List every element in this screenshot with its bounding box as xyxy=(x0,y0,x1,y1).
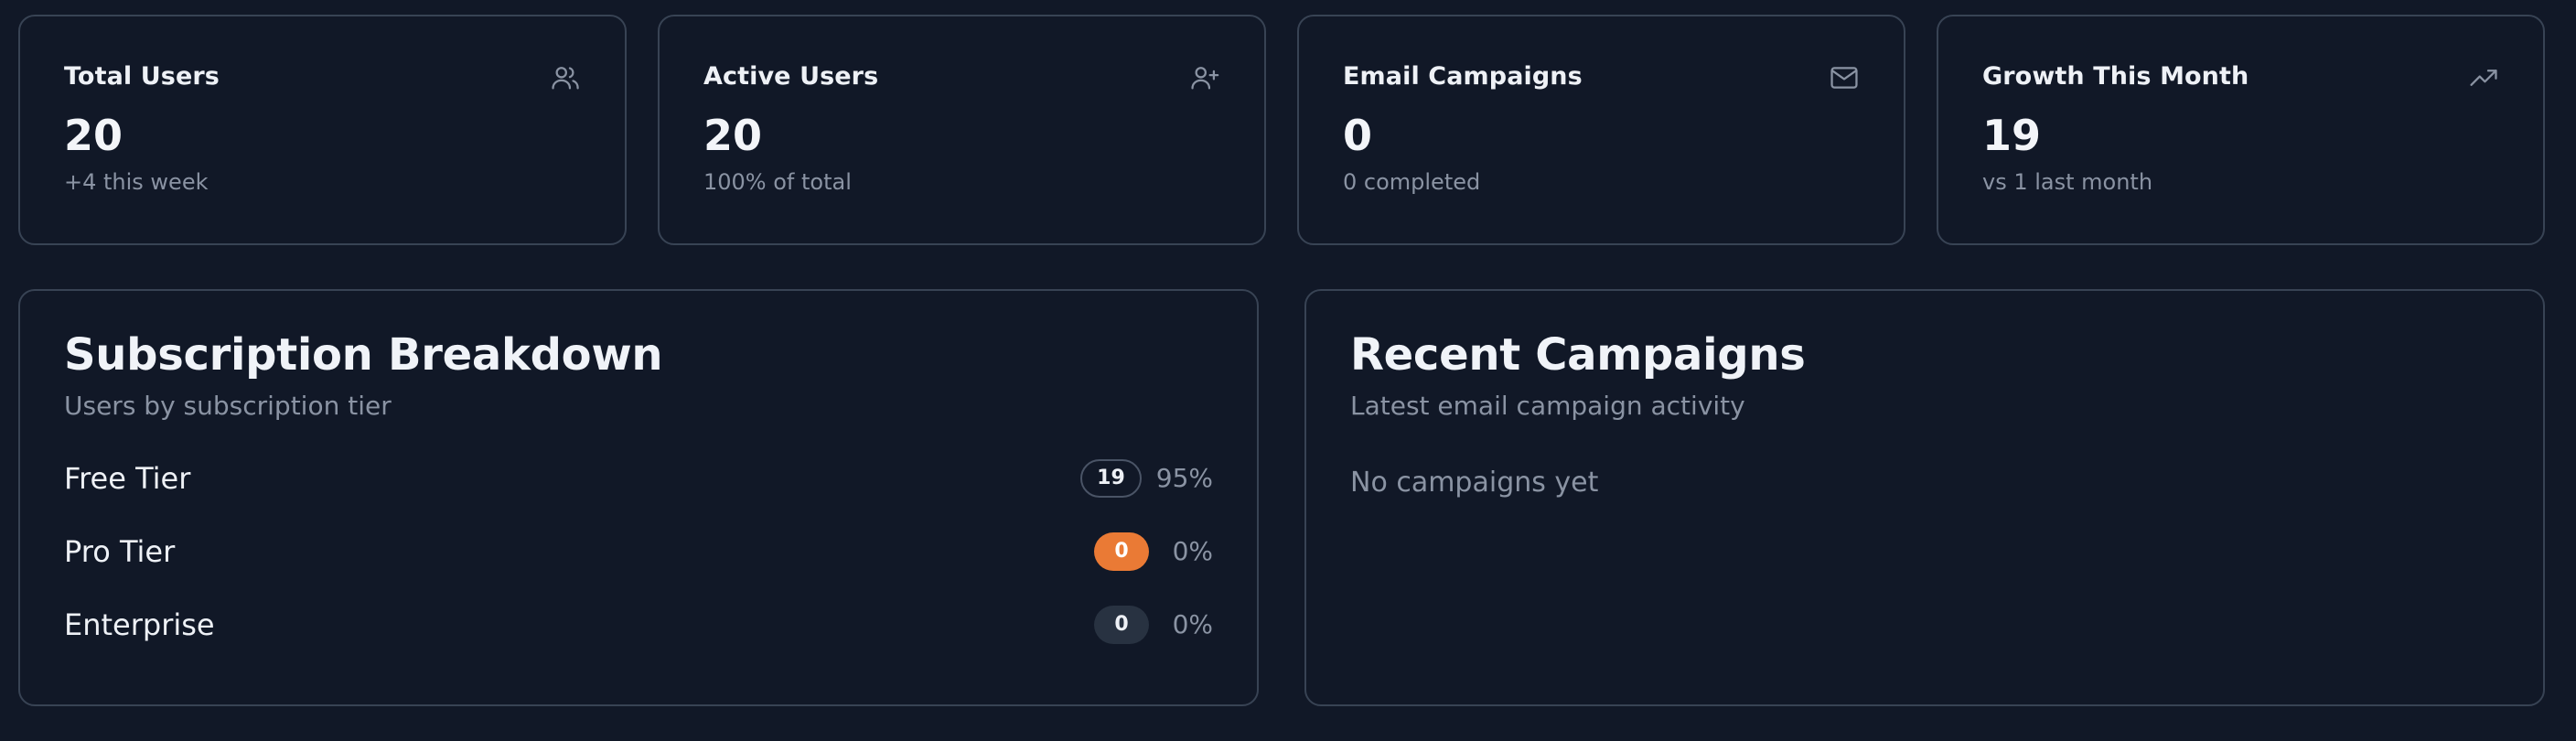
stat-subtext: 0 completed xyxy=(1343,169,1481,195)
tier-stats: 19 95% xyxy=(1080,458,1213,498)
tier-list: Free Tier 19 95% Pro Tier 0 0% Enterpris… xyxy=(64,457,1213,646)
tier-percent: 0% xyxy=(1172,609,1213,640)
stat-value: 19 xyxy=(1982,111,2042,160)
stat-value: 20 xyxy=(703,111,763,160)
tier-count-badge: 19 xyxy=(1080,458,1142,498)
tier-stats: 0 0% xyxy=(1094,532,1213,571)
stat-value: 0 xyxy=(1343,111,1373,160)
tier-row-pro: Pro Tier 0 0% xyxy=(64,531,1213,573)
tier-percent: 0% xyxy=(1172,536,1213,567)
tier-name: Pro Tier xyxy=(64,533,176,569)
trending-up-icon xyxy=(2468,62,2499,93)
recent-campaigns-panel: Recent Campaigns Latest email campaign a… xyxy=(1304,289,2545,706)
panel-subtitle: Users by subscription tier xyxy=(64,390,392,421)
tier-percent: 95% xyxy=(1155,463,1213,494)
stat-card-email-campaigns: Email Campaigns 0 0 completed xyxy=(1297,15,1905,245)
stat-subtext: 100% of total xyxy=(703,169,852,195)
stats-row: Total Users 20 +4 this week Active Users… xyxy=(18,15,2545,245)
tier-name: Enterprise xyxy=(64,607,215,642)
stat-card-total-users: Total Users 20 +4 this week xyxy=(18,15,627,245)
tier-count-badge: 0 xyxy=(1094,532,1149,571)
tier-name: Free Tier xyxy=(64,460,191,496)
user-plus-icon xyxy=(1189,62,1220,93)
tier-stats: 0 0% xyxy=(1094,605,1213,644)
stat-subtext: +4 this week xyxy=(64,169,209,195)
bottom-row: Subscription Breakdown Users by subscrip… xyxy=(18,289,2545,706)
tier-row-enterprise: Enterprise 0 0% xyxy=(64,604,1213,646)
tier-count-badge: 0 xyxy=(1094,605,1149,644)
panel-title: Recent Campaigns xyxy=(1350,329,1806,381)
stat-title: Total Users xyxy=(64,62,220,91)
panel-title: Subscription Breakdown xyxy=(64,329,663,381)
stat-value: 20 xyxy=(64,111,123,160)
empty-state-text: No campaigns yet xyxy=(1350,466,1599,499)
stat-subtext: vs 1 last month xyxy=(1982,169,2153,195)
stat-title: Active Users xyxy=(703,62,879,91)
mail-icon xyxy=(1829,62,1860,93)
stat-title: Email Campaigns xyxy=(1343,62,1583,91)
users-icon xyxy=(550,62,581,93)
stat-card-active-users: Active Users 20 100% of total xyxy=(658,15,1266,245)
panel-subtitle: Latest email campaign activity xyxy=(1350,390,1745,421)
tier-row-free: Free Tier 19 95% xyxy=(64,457,1213,499)
stat-title: Growth This Month xyxy=(1982,62,2249,91)
subscription-breakdown-panel: Subscription Breakdown Users by subscrip… xyxy=(18,289,1259,706)
stat-card-growth: Growth This Month 19 vs 1 last month xyxy=(1937,15,2545,245)
